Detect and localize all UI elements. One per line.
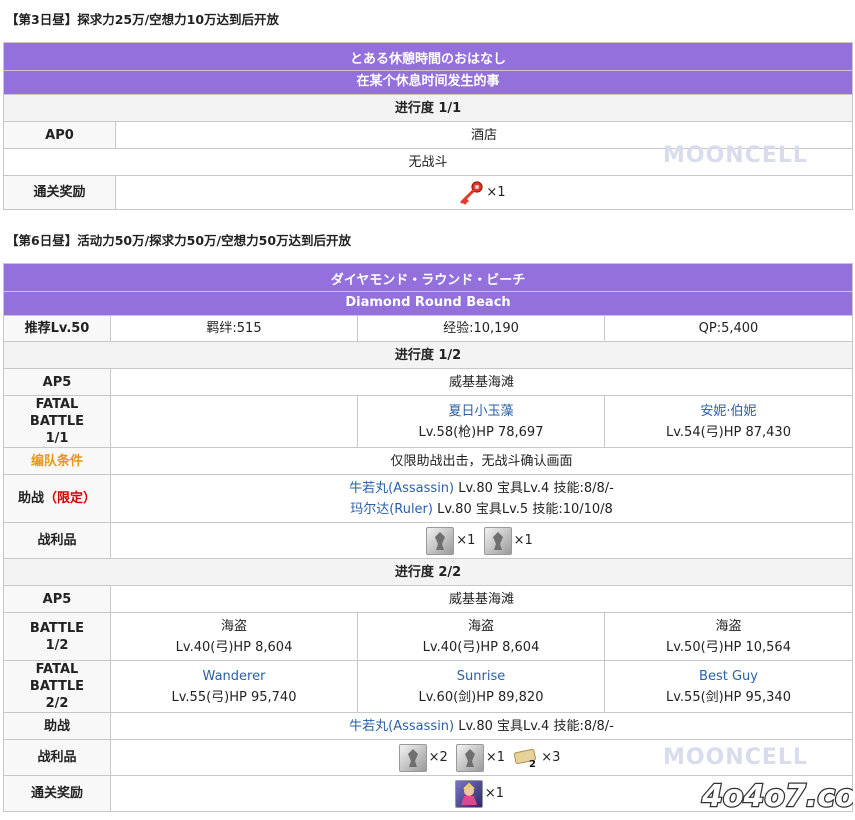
enemy-cell: 安妮·伯妮 Lv.54(弓)HP 87,430 <box>604 395 853 448</box>
loot-count: ×2 <box>428 750 448 765</box>
site-logo: 4o4o7.com <box>700 778 853 816</box>
enemy-stats: Lv.40(弓)HP 8,604 <box>175 639 293 655</box>
loot-count: ×3 <box>541 750 561 765</box>
ticket-badge: 2 <box>529 759 536 768</box>
silver-statue-icon[interactable] <box>426 526 455 555</box>
silver-statue-icon[interactable] <box>455 743 484 772</box>
enemy-stats: Lv.55(剑)HP 95,340 <box>666 689 791 705</box>
enemy-name: 海盗 <box>715 618 742 634</box>
enemy-name: 海盗 <box>467 618 494 634</box>
location-text: 威基基海滩 <box>110 585 853 613</box>
support-servant-link[interactable]: 玛尔达(Ruler) <box>350 502 433 517</box>
reward-count: ×1 <box>484 786 505 801</box>
servant-card-icon[interactable] <box>454 779 483 808</box>
quest-title-cn: 在某个休息时间发生的事 <box>3 70 853 95</box>
support-list: 牛若丸(Assassin) Lv.80 宝具Lv.4 技能:8/8/- 玛尔达(… <box>110 474 853 523</box>
formation-condition-label: 编队条件 <box>3 447 111 475</box>
quest-title-jp: ダイヤモンド・ラウンド・ビーチ <box>3 263 853 292</box>
clear-reward-cell: ×1 <box>115 175 853 210</box>
loot-count: ×1 <box>456 533 476 548</box>
progress-label: 进行度 1/1 <box>3 94 853 122</box>
formation-condition-text: 仅限助战出击，无战斗确认画面 <box>110 447 853 475</box>
quest-table-1: とある休憩時間のおはなし 在某个休息时间发生的事 进行度 1/1 AP0 酒店 … <box>3 42 853 210</box>
enemy-cell: Best Guy Lv.55(剑)HP 95,340 <box>604 660 853 713</box>
enemy-stats: Lv.50(弓)HP 10,564 <box>666 639 791 655</box>
location-text: 酒店 <box>115 121 853 149</box>
reward-count: ×1 <box>486 185 506 200</box>
enemy-cell: Wanderer Lv.55(弓)HP 95,740 <box>110 660 358 713</box>
enemy-name-link[interactable]: Sunrise <box>362 666 600 687</box>
section-header-day3: 【第3日昼】探求力25万/空想力10万达到后开放 <box>6 12 280 27</box>
enemy-cell: 海盗 Lv.40(弓)HP 8,604 <box>357 612 605 661</box>
support-label: 助战 <box>3 712 111 740</box>
fatal-battle-label: FATAL BATTLE 1/1 <box>3 395 111 448</box>
enemy-cell: 海盗 Lv.40(弓)HP 8,604 <box>110 612 358 661</box>
loot-label: 战利品 <box>3 739 111 776</box>
clear-reward-label: 通关奖励 <box>3 775 111 812</box>
fatal-battle-label: FATAL BATTLE 2/2 <box>3 660 111 713</box>
support-servant-link[interactable]: 牛若丸(Assassin) <box>349 719 454 734</box>
no-battle-text: 无战斗 <box>3 148 853 176</box>
ap-label: AP5 <box>3 368 111 396</box>
exp-value: 经验:10,190 <box>357 315 605 342</box>
support-servant-link[interactable]: 牛若丸(Assassin) <box>349 481 454 496</box>
enemy-cell: 海盗 Lv.50(弓)HP 10,564 <box>604 612 853 661</box>
support-servant-info: Lv.80 宝具Lv.5 技能:10/10/8 <box>432 501 613 517</box>
enemy-stats: Lv.60(剑)HP 89,820 <box>418 689 544 705</box>
progress-label: 进行度 1/2 <box>3 341 853 369</box>
enemy-name: 海盗 <box>220 618 247 634</box>
svg-text:4o4o7.com: 4o4o7.com <box>701 779 853 814</box>
limited-tag: （限定） <box>44 491 97 506</box>
battle-label: BATTLE 1/2 <box>3 612 111 661</box>
section-header-day6: 【第6日昼】活动力50万/探求力50万/空想力50万达到后开放 <box>6 233 352 248</box>
quest-title-jp: とある休憩時間のおはなし <box>3 42 853 71</box>
quest-title-row: とある休憩時間のおはなし <box>3 42 853 71</box>
support-list: 牛若丸(Assassin) Lv.80 宝具Lv.4 技能:8/8/- <box>110 712 853 740</box>
enemy-name-link[interactable]: 夏日小玉藻 <box>362 401 600 422</box>
support-servant-info: Lv.80 宝具Lv.4 技能:8/8/- <box>454 480 614 496</box>
loot-count: ×1 <box>513 533 533 548</box>
enemy-stats: Lv.54(弓)HP 87,430 <box>666 424 791 440</box>
loot-label: 战利品 <box>3 522 111 559</box>
enemy-name-link[interactable]: Best Guy <box>609 666 848 687</box>
enemy-name-link[interactable]: Wanderer <box>115 666 353 687</box>
loot-count: ×1 <box>485 750 506 765</box>
silver-statue-icon[interactable] <box>483 526 512 555</box>
enemy-stats: Lv.40(弓)HP 8,604 <box>422 639 540 655</box>
support-servant-info: Lv.80 宝具Lv.4 技能:8/8/- <box>454 718 614 734</box>
location-text: 威基基海滩 <box>110 368 853 396</box>
loot-cell: ×1 ×1 <box>110 522 853 559</box>
enemy-name-link[interactable]: 安妮·伯妮 <box>609 401 848 422</box>
progress-label: 进行度 2/2 <box>3 558 853 586</box>
silver-statue-icon[interactable] <box>398 743 427 772</box>
quest-title-en: Diamond Round Beach <box>3 291 853 316</box>
recommended-level: 推荐Lv.50 <box>3 315 111 342</box>
enemy-stats: Lv.58(枪)HP 78,697 <box>418 424 544 440</box>
ap-label: AP0 <box>3 121 116 149</box>
red-key-icon[interactable] <box>458 180 484 206</box>
qp-value: QP:5,400 <box>604 315 853 342</box>
bond-value: 羁绊:515 <box>110 315 358 342</box>
enemy-cell: 夏日小玉藻 Lv.58(枪)HP 78,697 <box>357 395 605 448</box>
support-label: 助战（限定） <box>3 474 111 523</box>
enemy-stats: Lv.55(弓)HP 95,740 <box>171 689 297 705</box>
quest-table-2: ダイヤモンド・ラウンド・ビーチ Diamond Round Beach 推荐Lv… <box>3 263 853 812</box>
clear-reward-label: 通关奖励 <box>3 175 116 210</box>
ap-label: AP5 <box>3 585 111 613</box>
enemy-slot-empty <box>110 395 358 448</box>
enemy-cell: Sunrise Lv.60(剑)HP 89,820 <box>357 660 605 713</box>
ticket-icon[interactable]: 2 <box>513 748 539 770</box>
